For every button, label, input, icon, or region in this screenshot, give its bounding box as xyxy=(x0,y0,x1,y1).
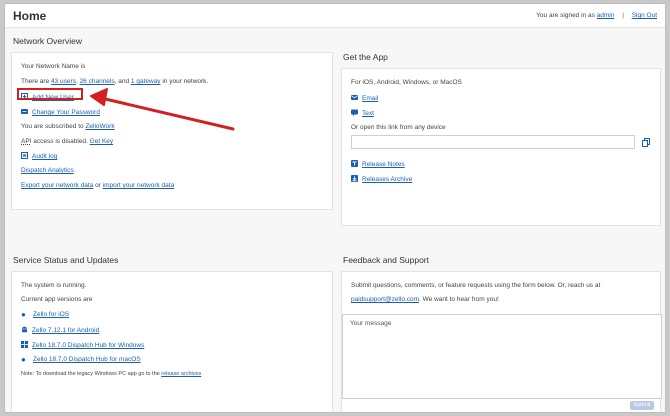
page-frame: Home You are signed in as admin | Sign O… xyxy=(4,3,666,413)
arrow-head xyxy=(90,88,108,106)
annotation-arrow xyxy=(90,88,235,131)
arrow-shaft xyxy=(99,96,235,131)
